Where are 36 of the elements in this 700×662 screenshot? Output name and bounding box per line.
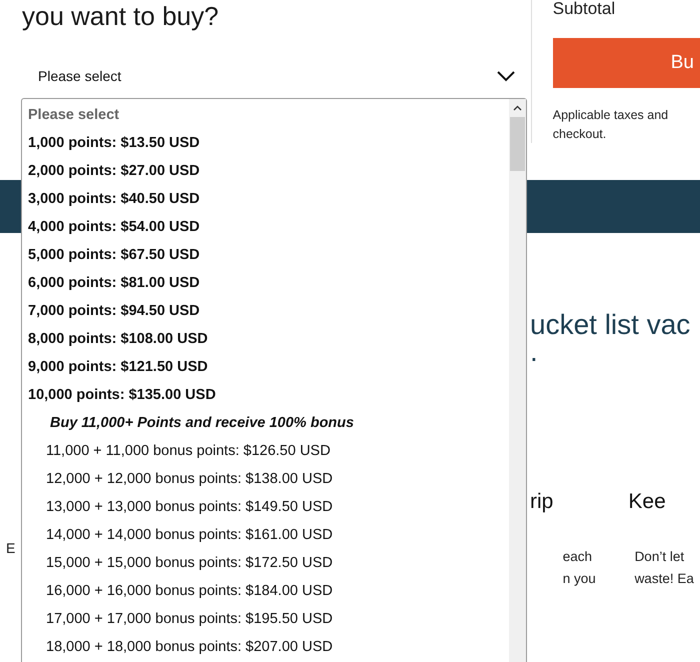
- dropdown-option[interactable]: 14,000 + 14,000 bonus points: $161.00 USD: [22, 521, 509, 549]
- dropdown-option[interactable]: 13,000 + 13,000 bonus points: $149.50 USD: [22, 493, 509, 521]
- dropdown-option[interactable]: 2,000 points: $27.00 USD: [22, 157, 509, 185]
- scroll-up-icon[interactable]: [513, 105, 522, 111]
- dropdown-option[interactable]: 7,000 points: $94.50 USD: [22, 297, 509, 325]
- feature-text: Don’t let waste! Ea: [634, 548, 694, 588]
- dropdown-option[interactable]: 3,000 points: $40.50 USD: [22, 185, 509, 213]
- dropdown-option[interactable]: 6,000 points: $81.00 USD: [22, 269, 509, 297]
- promo-heading-end: .: [530, 342, 539, 362]
- dropdown-option[interactable]: 1,000 points: $13.50 USD: [22, 129, 509, 157]
- points-select[interactable]: Please select: [22, 56, 527, 96]
- dropdown-option[interactable]: 5,000 points: $67.50 USD: [22, 241, 509, 269]
- dropdown-option[interactable]: 17,000 + 17,000 bonus points: $195.50 USD: [22, 605, 509, 633]
- dropdown-option[interactable]: 8,000 points: $108.00 USD: [22, 325, 509, 353]
- dropdown-option[interactable]: 10,000 points: $135.00 USD: [22, 381, 509, 409]
- dropdown-option[interactable]: 9,000 points: $121.50 USD: [22, 353, 509, 381]
- dropdown-option[interactable]: 4,000 points: $54.00 USD: [22, 213, 509, 241]
- feature-text: each n you: [562, 548, 596, 588]
- scrollbar[interactable]: [509, 99, 526, 662]
- taxes-note: Applicable taxes and checkout.: [552, 107, 670, 143]
- buy-button[interactable]: Bu: [552, 38, 700, 88]
- dropdown-option[interactable]: 18,000 + 18,000 bonus points: $207.00 USD: [22, 633, 509, 661]
- dropdown-option[interactable]: 16,000 + 16,000 bonus points: $184.00 USD: [22, 577, 509, 605]
- dropdown-option[interactable]: 15,000 + 15,000 bonus points: $172.50 USD: [22, 549, 509, 577]
- scrollbar-thumb[interactable]: [510, 117, 525, 171]
- dropdown-option[interactable]: Please select: [22, 101, 509, 129]
- promo-heading: ucket list vac: [530, 308, 692, 342]
- feature-title: Kee: [628, 490, 666, 514]
- option-group-label: Buy 11,000+ Points and receive 100% bonus: [49, 414, 355, 433]
- feature-title: rip: [530, 490, 554, 514]
- text-fragment: E: [6, 540, 16, 556]
- dropdown-option[interactable]: 11,000 + 11,000 bonus points: $126.50 USD: [22, 437, 509, 465]
- dropdown-option[interactable]: 12,000 + 12,000 bonus points: $138.00 USD: [22, 465, 509, 493]
- subtotal-label: Subtotal: [552, 0, 616, 18]
- page-heading: you want to buy?: [22, 0, 220, 32]
- chevron-down-icon: [497, 70, 515, 82]
